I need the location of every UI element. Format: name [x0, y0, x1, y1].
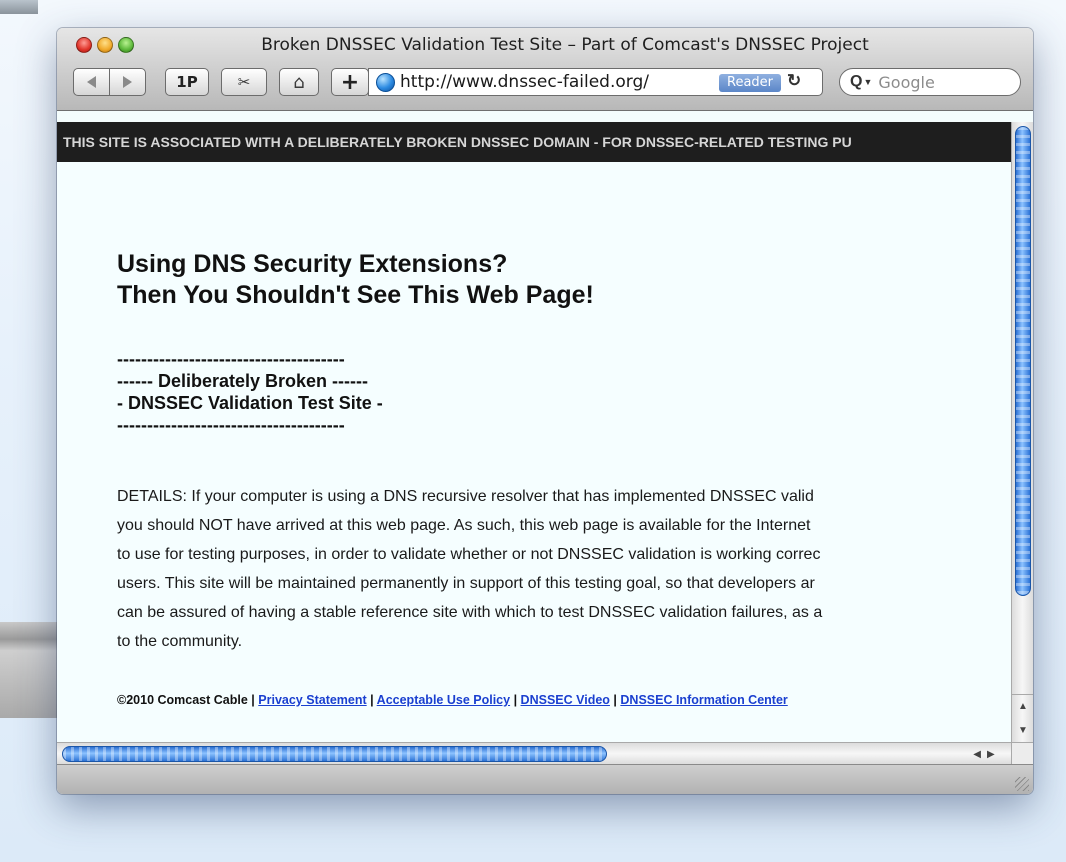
reader-button[interactable]: Reader [719, 74, 782, 92]
search-icon: Q [850, 73, 863, 90]
subtitle-line-2: - DNSSEC Validation Test Site - [117, 393, 383, 413]
scroll-right-icon[interactable]: ▶ [987, 749, 995, 760]
window-title: Broken DNSSEC Validation Test Site – Par… [261, 35, 869, 55]
globe-icon [376, 72, 395, 92]
details-line: can be assured of having a stable refere… [117, 604, 823, 621]
home-icon: ⌂ [293, 71, 305, 93]
footer-separator: | [251, 693, 255, 707]
details-line: users. This site will be maintained perm… [117, 575, 815, 592]
back-icon [87, 76, 96, 88]
search-placeholder[interactable]: Google [878, 73, 934, 92]
heading-line-1: Using DNS Security Extensions? [117, 250, 508, 278]
privacy-statement-link[interactable]: Privacy Statement [258, 693, 366, 707]
window-toolbar: Broken DNSSEC Validation Test Site – Par… [57, 28, 1033, 111]
url-text[interactable]: http://www.dnssec-failed.org/ [400, 72, 649, 92]
footer-separator: | [513, 693, 518, 707]
divider-bottom: -------------------------------------- [117, 415, 345, 435]
home-button[interactable]: ⌂ [279, 68, 319, 96]
horizontal-scroll-thumb[interactable] [62, 746, 607, 762]
reload-icon[interactable]: ↻ [787, 71, 801, 91]
details-paragraph: DETAILS: If your computer is using a DNS… [117, 482, 1011, 656]
clip-button[interactable]: ✂ [221, 68, 267, 96]
scroll-down-icon[interactable]: ▼ [1012, 719, 1033, 743]
details-line: to use for testing purposes, in order to… [117, 546, 821, 563]
forward-button[interactable] [109, 68, 146, 96]
one-password-button[interactable]: 1P [165, 68, 209, 96]
horizontal-scroll-arrows: ◀ ▶ [957, 743, 1011, 765]
back-button[interactable] [73, 68, 110, 96]
clip-icon: ✂ [237, 73, 251, 91]
details-line: you should NOT have arrived at this web … [117, 517, 811, 534]
vertical-scroll-arrows: ▲ ▼ [1012, 694, 1033, 742]
vertical-scroll-thumb[interactable] [1015, 126, 1031, 596]
page-heading: Using DNS Security Extensions? Then You … [117, 249, 594, 311]
divider-top: -------------------------------------- [117, 349, 345, 369]
subtitle-block: -------------------------------------- -… [117, 348, 383, 436]
dnssec-information-center-link[interactable]: DNSSEC Information Center [620, 693, 787, 707]
chevron-down-icon: ▼ [863, 77, 873, 87]
scroll-left-icon[interactable]: ◀ [973, 749, 981, 760]
details-line: DETAILS: If your computer is using a DNS… [117, 488, 814, 505]
acceptable-use-policy-link[interactable]: Acceptable Use Policy [377, 693, 510, 707]
copyright-text: ©2010 Comcast Cable [117, 693, 248, 707]
details-line: to the community. [117, 633, 243, 650]
warning-banner: THIS SITE IS ASSOCIATED WITH A DELIBERAT… [57, 122, 1011, 162]
dnssec-video-link[interactable]: DNSSEC Video [521, 693, 610, 707]
status-bar [57, 764, 1033, 794]
footer-separator: | [613, 693, 617, 707]
search-field[interactable]: Q ▼ Google [839, 68, 1021, 96]
address-bar[interactable]: http://www.dnssec-failed.org/ Reader ↻ [368, 68, 823, 96]
footer-separator: | [370, 693, 374, 707]
page-footer: ©2010 Comcast Cable | Privacy Statement … [117, 693, 788, 707]
forward-icon [123, 76, 132, 88]
subtitle-line-1: ------ Deliberately Broken ------ [117, 371, 368, 391]
page-content: Using DNS Security Extensions? Then You … [57, 162, 1011, 742]
desktop-edge [0, 0, 38, 14]
desktop-background-bar [0, 622, 62, 718]
scroll-up-icon[interactable]: ▲ [1012, 695, 1033, 719]
add-bookmark-button[interactable]: + [331, 68, 369, 96]
horizontal-scrollbar[interactable]: ◀ ▶ [57, 742, 1011, 764]
vertical-scrollbar[interactable]: ▲ ▼ [1011, 122, 1033, 742]
heading-line-2: Then You Shouldn't See This Web Page! [117, 281, 594, 309]
browser-window: Broken DNSSEC Validation Test Site – Par… [57, 28, 1033, 794]
resize-grip-icon[interactable] [1015, 777, 1029, 791]
scrollbar-corner [1011, 742, 1033, 764]
